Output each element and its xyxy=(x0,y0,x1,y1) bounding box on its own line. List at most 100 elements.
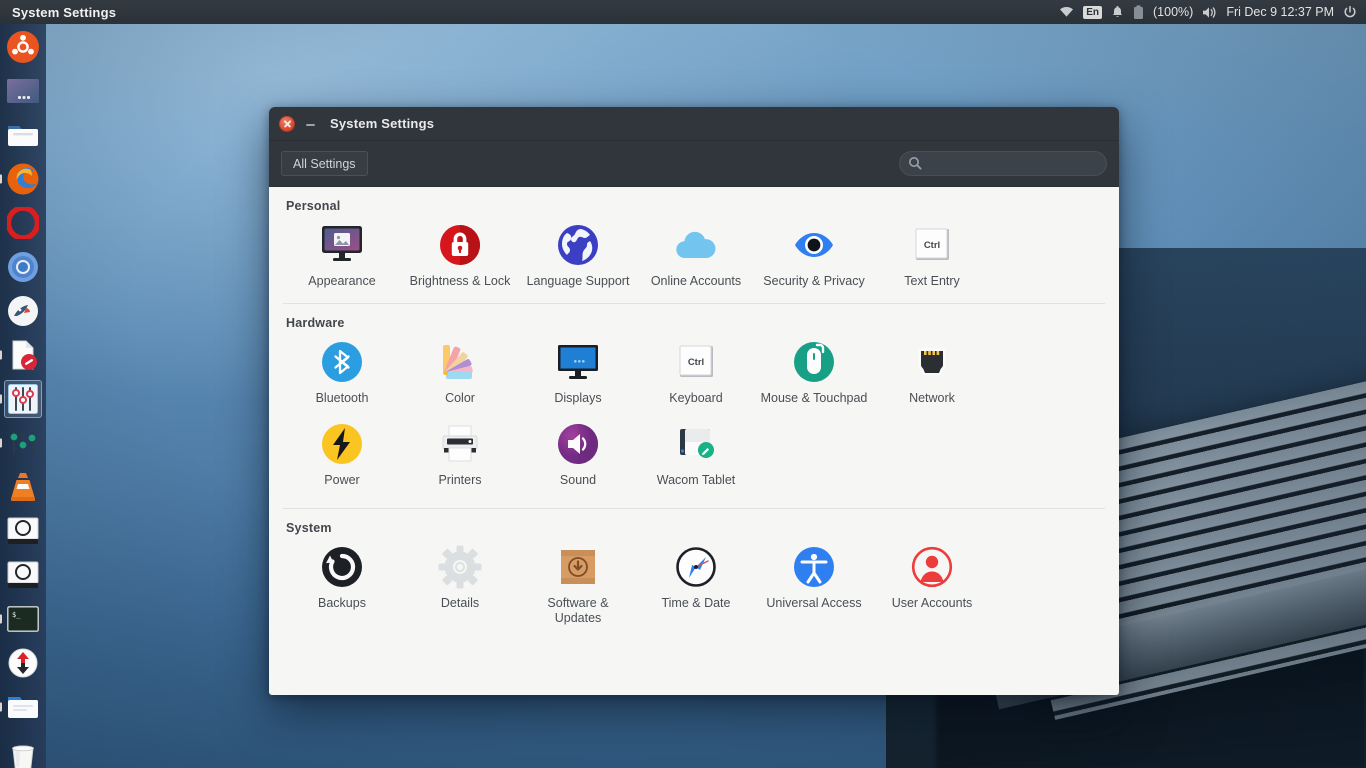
launcher-item-vivaldi[interactable] xyxy=(4,292,42,330)
launcher-item-opera[interactable] xyxy=(4,204,42,242)
section-hardware: Hardware Bluetooth xyxy=(283,303,1105,502)
settings-item-displays[interactable]: Displays xyxy=(519,332,637,414)
launcher-item-workspace-switcher[interactable] xyxy=(4,72,42,110)
settings-item-keyboard[interactable]: Ctrl Keyboard xyxy=(637,332,755,414)
settings-item-label: Bluetooth xyxy=(316,391,369,406)
settings-item-label: Mouse & Touchpad xyxy=(761,391,868,406)
keyboard-layout-label: En xyxy=(1083,6,1102,19)
color-icon xyxy=(436,338,484,386)
settings-item-label: Power xyxy=(324,473,359,488)
settings-item-wacom-tablet[interactable]: Wacom Tablet xyxy=(637,414,755,496)
power-icon[interactable] xyxy=(1343,5,1357,19)
minimize-icon[interactable] xyxy=(304,116,318,132)
settings-item-software-updates[interactable]: Software & Updates xyxy=(519,537,637,634)
window-title: System Settings xyxy=(330,116,434,131)
panel-app-title[interactable]: System Settings xyxy=(12,5,116,20)
settings-item-label: Keyboard xyxy=(669,391,723,406)
launcher-item-disc-writer[interactable] xyxy=(4,556,42,594)
section-title-system: System xyxy=(286,521,1105,535)
disc-drive-icon xyxy=(7,517,39,545)
settings-item-printers[interactable]: Printers xyxy=(401,414,519,496)
trash-icon xyxy=(9,742,37,768)
launcher-item-software-updater[interactable] xyxy=(4,644,42,682)
battery-level-label: (100%) xyxy=(1153,5,1193,19)
settings-item-appearance[interactable]: Appearance xyxy=(283,215,401,297)
settings-item-label: Online Accounts xyxy=(651,274,741,289)
launcher-item-pdf-editor[interactable] xyxy=(4,336,42,374)
ubuntu-logo-icon xyxy=(6,30,40,64)
appearance-icon xyxy=(318,221,366,269)
section-grid-personal: Appearance Brightness & Lock xyxy=(283,215,1105,297)
window-toolbar: All Settings xyxy=(269,141,1119,187)
universal-access-icon xyxy=(790,543,838,591)
settings-item-time-date[interactable]: Time & Date xyxy=(637,537,755,634)
launcher-item-trash[interactable] xyxy=(4,738,42,768)
settings-item-label: Software & Updates xyxy=(524,596,632,626)
settings-item-sound[interactable]: Sound xyxy=(519,414,637,496)
settings-item-power[interactable]: Power xyxy=(283,414,401,496)
wifi-icon[interactable] xyxy=(1059,6,1074,18)
settings-item-backups[interactable]: Backups xyxy=(283,537,401,634)
section-grid-system: Backups xyxy=(283,537,1105,634)
search-container xyxy=(899,151,1107,176)
software-updates-icon xyxy=(554,543,602,591)
printers-icon xyxy=(436,420,484,468)
launcher-item-chromium[interactable] xyxy=(4,248,42,286)
sound-icon xyxy=(554,420,602,468)
settings-item-user-accounts[interactable]: User Accounts xyxy=(873,537,991,634)
settings-item-brightness-lock[interactable]: Brightness & Lock xyxy=(401,215,519,297)
settings-item-network[interactable]: Network xyxy=(873,332,991,414)
volume-icon[interactable] xyxy=(1202,6,1217,19)
time-date-icon xyxy=(672,543,720,591)
update-arrows-icon xyxy=(8,648,38,678)
bell-icon[interactable] xyxy=(1111,5,1124,19)
keyboard-icon: Ctrl xyxy=(672,338,720,386)
settings-item-color[interactable]: Color xyxy=(401,332,519,414)
launcher-item-firefox[interactable] xyxy=(4,160,42,198)
language-support-icon xyxy=(554,221,602,269)
settings-item-label: User Accounts xyxy=(892,596,973,611)
settings-item-details[interactable]: Details xyxy=(401,537,519,634)
sliders-icon xyxy=(8,428,38,458)
battery-icon[interactable] xyxy=(1133,5,1144,20)
close-icon[interactable] xyxy=(279,116,295,132)
settings-item-security-privacy[interactable]: Security & Privacy xyxy=(755,215,873,297)
settings-item-online-accounts[interactable]: Online Accounts xyxy=(637,215,755,297)
equalizer-icon xyxy=(8,384,38,414)
settings-item-label: Security & Privacy xyxy=(763,274,864,289)
launcher-item-vlc[interactable] xyxy=(4,468,42,506)
wacom-tablet-icon xyxy=(672,420,720,468)
firefox-icon xyxy=(6,162,40,196)
settings-item-mouse-touchpad[interactable]: Mouse & Touchpad xyxy=(755,332,873,414)
settings-item-language-support[interactable]: Language Support xyxy=(519,215,637,297)
blue-folder-icon xyxy=(6,692,40,722)
keyboard-layout-indicator[interactable]: En xyxy=(1083,6,1102,19)
folder-icon xyxy=(6,120,40,150)
search-input[interactable] xyxy=(899,151,1107,176)
settings-item-universal-access[interactable]: Universal Access xyxy=(755,537,873,634)
screen-icon xyxy=(6,78,40,104)
brightness-lock-icon xyxy=(436,221,484,269)
launcher-item-audio-mixer[interactable] xyxy=(4,380,42,418)
chromium-icon xyxy=(7,251,39,283)
settings-item-label: Wacom Tablet xyxy=(657,473,736,488)
settings-item-label: Time & Date xyxy=(661,596,730,611)
launcher-item-terminal[interactable]: $_ xyxy=(4,600,42,638)
top-panel: System Settings En (100%) Fri Dec 9 12:3… xyxy=(0,0,1366,24)
launcher-item-sound-settings[interactable] xyxy=(4,424,42,462)
launcher-item-files[interactable] xyxy=(4,116,42,154)
launcher-item-ubuntu-dash[interactable] xyxy=(4,28,42,66)
bluetooth-icon xyxy=(318,338,366,386)
settings-item-label: Appearance xyxy=(308,274,375,289)
launcher-item-disc-burner[interactable] xyxy=(4,512,42,550)
settings-item-text-entry[interactable]: Ctrl Text Entry xyxy=(873,215,991,297)
settings-item-bluetooth[interactable]: Bluetooth xyxy=(283,332,401,414)
section-title-hardware: Hardware xyxy=(286,316,1105,330)
settings-item-label: Network xyxy=(909,391,955,406)
text-entry-icon: Ctrl xyxy=(908,221,956,269)
clock[interactable]: Fri Dec 9 12:37 PM xyxy=(1226,5,1334,19)
window-titlebar[interactable]: System Settings xyxy=(269,107,1119,141)
vlc-cone-icon xyxy=(8,471,38,503)
launcher-item-documents-folder[interactable] xyxy=(4,688,42,726)
all-settings-button[interactable]: All Settings xyxy=(281,151,368,176)
